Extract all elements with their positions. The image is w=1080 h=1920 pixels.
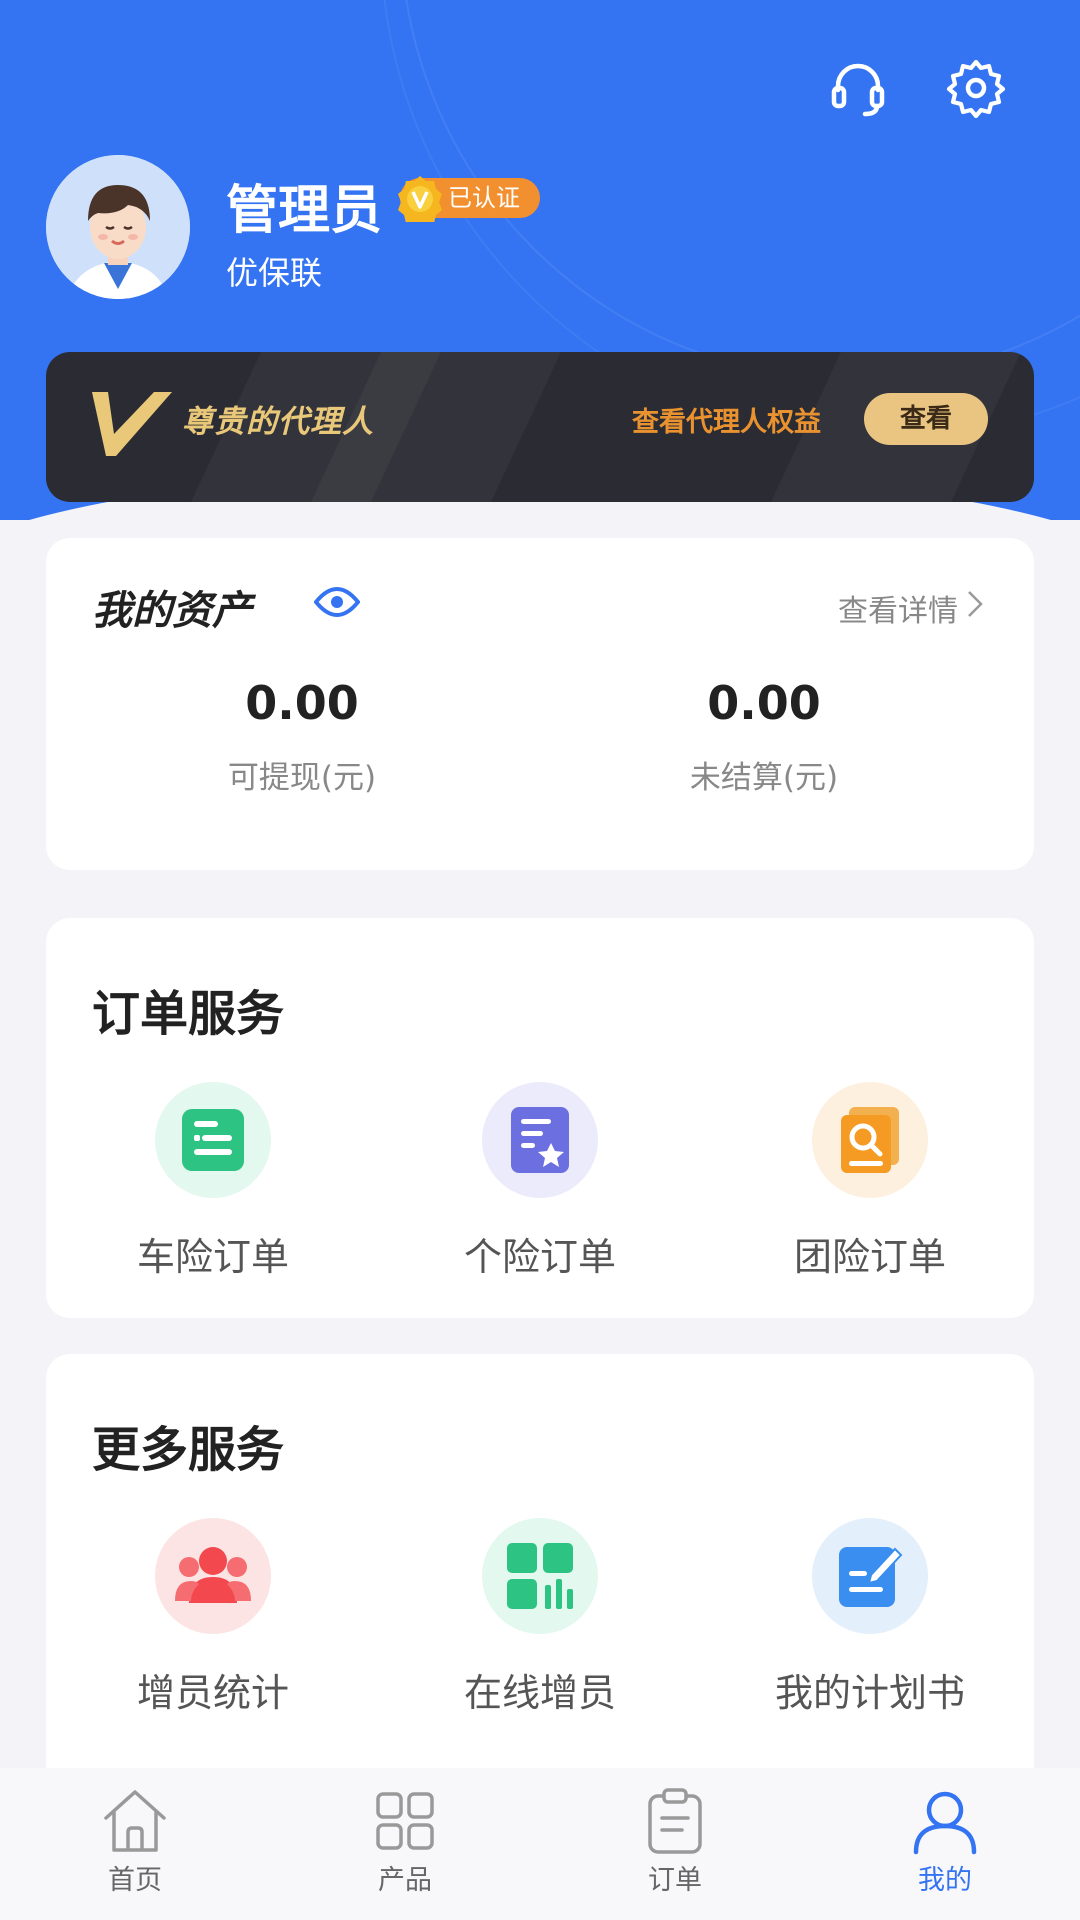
verified-v-icon — [396, 174, 444, 228]
group-insurance-order-button[interactable]: 团险订单 — [740, 1082, 1000, 1281]
car-insurance-order-button[interactable]: 车险订单 — [83, 1082, 343, 1281]
chevron-right-icon — [966, 589, 984, 627]
assets-detail-link[interactable]: 查看详情 — [838, 586, 984, 630]
verified-label: 已认证 — [448, 184, 520, 212]
asset-value: 0.00 — [245, 676, 359, 730]
service-label: 我的计划书 — [774, 1671, 965, 1715]
vip-title: 尊贵的代理人 — [182, 404, 374, 440]
service-label: 个险订单 — [463, 1235, 616, 1279]
service-label: 车险订单 — [136, 1235, 289, 1279]
personal-insurance-order-button[interactable]: 个险订单 — [410, 1082, 670, 1281]
person-icon — [910, 1786, 980, 1856]
more-services-title: 更多服务 — [92, 1422, 285, 1478]
assets-title: 我的资产 — [92, 588, 252, 634]
order-services-title: 订单服务 — [92, 986, 285, 1042]
home-icon — [100, 1786, 170, 1856]
vip-benefits-link[interactable]: 查看代理人权益 — [632, 400, 821, 439]
tab-orders[interactable]: 订单 — [595, 1786, 755, 1897]
online-recruit-button[interactable]: 在线增员 — [410, 1518, 670, 1717]
settings-gear-icon[interactable] — [946, 58, 1006, 118]
assets-detail-label: 查看详情 — [838, 594, 958, 629]
eye-visibility-icon[interactable] — [313, 586, 361, 618]
asset-withdrawable: 0.00 可提现(元) — [152, 676, 452, 797]
service-label: 增员统计 — [136, 1671, 289, 1715]
tab-mine[interactable]: 我的 — [865, 1786, 1025, 1897]
service-label: 团险订单 — [793, 1235, 946, 1279]
recruit-stats-button[interactable]: 增员统计 — [83, 1518, 343, 1717]
avatar[interactable] — [46, 155, 190, 299]
asset-unsettled: 0.00 未结算(元) — [614, 676, 914, 797]
grid-icon — [370, 1786, 440, 1856]
asset-value: 0.00 — [707, 676, 821, 730]
my-assets-card: 我的资产 查看详情 0.00 可提现(元) 0.00 未结算(元) — [46, 538, 1034, 870]
vip-view-button[interactable]: 查看 — [864, 393, 988, 445]
order-services-card: 订单服务 车险订单 个险订单 团险订单 — [46, 918, 1034, 1318]
group-insurance-order-icon — [812, 1082, 928, 1198]
tab-products[interactable]: 产品 — [325, 1786, 485, 1897]
tab-home[interactable]: 首页 — [55, 1786, 215, 1897]
vip-agent-banner[interactable]: 尊贵的代理人 查看代理人权益 查看 — [46, 352, 1034, 502]
online-recruit-icon — [482, 1518, 598, 1634]
verified-badge: 已认证 — [398, 176, 540, 228]
bottom-tab-bar: 首页 产品 订单 我的 — [0, 1768, 1080, 1920]
personal-insurance-order-icon — [482, 1082, 598, 1198]
tab-label: 首页 — [108, 1865, 162, 1896]
tab-label: 我的 — [918, 1865, 972, 1896]
asset-label: 可提现(元) — [227, 760, 377, 796]
clipboard-icon — [640, 1786, 710, 1856]
tab-label: 订单 — [648, 1865, 702, 1896]
recruit-stats-icon — [155, 1518, 271, 1634]
my-proposal-button[interactable]: 我的计划书 — [740, 1518, 1000, 1717]
car-insurance-order-icon — [155, 1082, 271, 1198]
customer-service-headset-icon[interactable] — [828, 58, 888, 118]
vip-v-logo-icon — [92, 388, 172, 458]
user-name: 管理员 — [226, 181, 383, 241]
asset-label: 未结算(元) — [689, 760, 839, 796]
organization-name: 优保联 — [226, 254, 323, 292]
tab-label: 产品 — [378, 1865, 432, 1896]
service-label: 在线增员 — [463, 1671, 616, 1715]
my-proposal-icon — [812, 1518, 928, 1634]
